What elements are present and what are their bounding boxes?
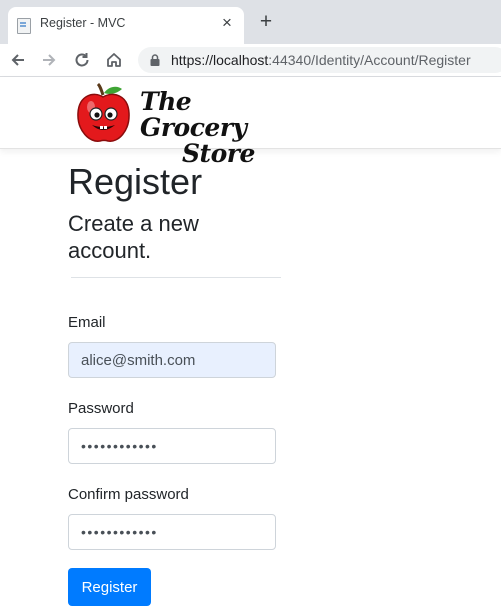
forward-button[interactable]	[37, 48, 61, 72]
page-favicon-icon	[17, 18, 31, 34]
tab-title: Register - MVC	[40, 16, 126, 30]
email-value: alice@smith.com	[81, 351, 196, 369]
register-button[interactable]: Register	[68, 568, 151, 606]
reload-button[interactable]	[70, 48, 94, 72]
confirm-password-field[interactable]: ••••••••••••	[68, 514, 276, 550]
password-value: ••••••••••••	[81, 438, 158, 454]
browser-tab-strip: Register - MVC × +	[0, 0, 501, 44]
close-tab-icon[interactable]: ×	[218, 14, 236, 32]
browser-tab[interactable]: Register - MVC ×	[8, 7, 244, 44]
divider	[70, 277, 281, 278]
url-text: https://localhost:44340/Identity/Account…	[171, 52, 471, 68]
register-form: Register Create a new account. Email ali…	[68, 160, 283, 606]
home-icon	[107, 53, 121, 67]
page-subtitle: Create a new account.	[68, 211, 199, 263]
email-label: Email	[68, 314, 106, 331]
address-bar[interactable]: https://localhost:44340/Identity/Account…	[138, 47, 501, 73]
apple-mascot-icon	[77, 83, 130, 142]
lock-icon	[150, 54, 160, 66]
new-tab-button[interactable]: +	[256, 11, 276, 32]
email-field[interactable]: alice@smith.com	[68, 342, 276, 378]
password-label: Password	[68, 400, 134, 417]
site-header: The Grocery Store	[0, 77, 501, 167]
logo-line-1: The Grocery	[140, 87, 247, 142]
back-arrow-icon	[11, 54, 24, 66]
url-host: https://localhost	[171, 52, 269, 68]
page-title: Register	[68, 161, 203, 202]
password-field[interactable]: ••••••••••••	[68, 428, 276, 464]
reload-icon	[75, 53, 89, 67]
home-button[interactable]	[102, 48, 126, 72]
back-button[interactable]	[6, 48, 30, 72]
logo-wordmark: The Grocery Store	[140, 89, 286, 167]
store-logo[interactable]: The Grocery Store	[76, 83, 286, 167]
confirm-password-label: Confirm password	[68, 486, 189, 503]
browser-toolbar: https://localhost:44340/Identity/Account…	[0, 44, 501, 77]
forward-arrow-icon	[43, 54, 56, 66]
confirm-password-value: ••••••••••••	[81, 524, 158, 540]
url-path: :44340/Identity/Account/Register	[268, 52, 471, 68]
